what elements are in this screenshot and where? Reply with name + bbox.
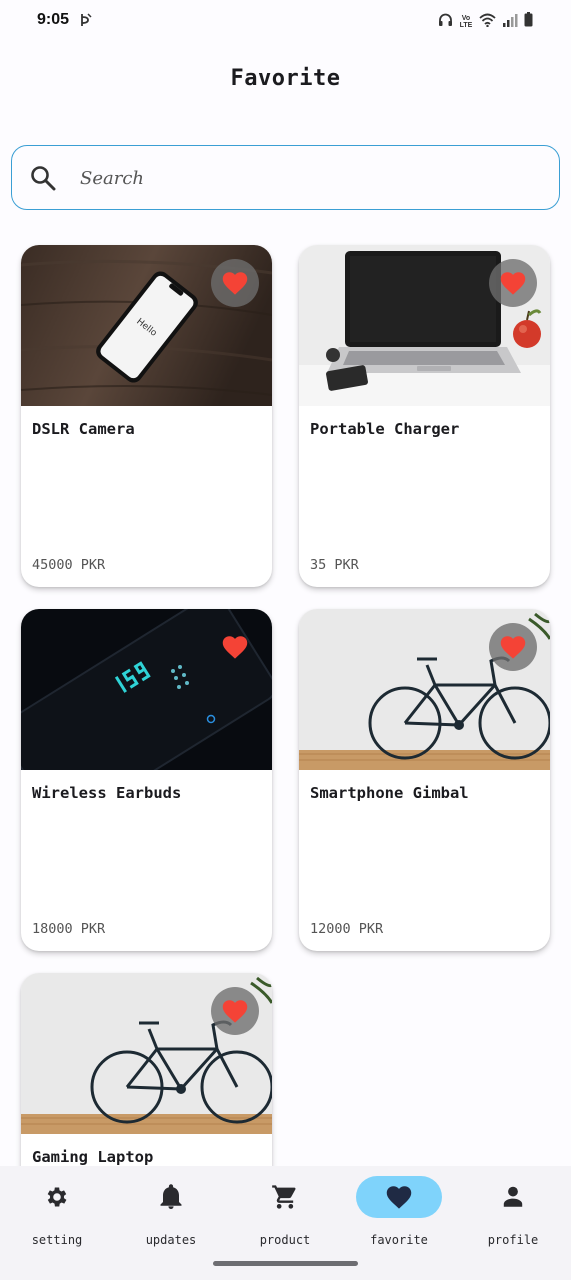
nav-pill[interactable] xyxy=(14,1176,100,1218)
product-card[interactable]: Portable Charger 35 PKR xyxy=(299,245,550,587)
product-card[interactable]: Wireless Earbuds 18000 PKR xyxy=(21,609,272,951)
product-name: Wireless Earbuds xyxy=(32,784,182,802)
heart-icon xyxy=(222,636,248,659)
gear-icon xyxy=(47,1187,67,1207)
nav-item-setting[interactable]: setting xyxy=(7,1176,107,1256)
signal-icon xyxy=(502,12,518,31)
product-card[interactable]: Smartphone Gimbal 12000 PKR xyxy=(299,609,550,951)
wifi-icon xyxy=(479,12,496,31)
status-icons: Vo LTE xyxy=(438,12,533,31)
product-name: Portable Charger xyxy=(310,420,460,438)
cart-icon xyxy=(272,1185,296,1209)
page-title: Favorite xyxy=(230,66,341,91)
search-input[interactable] xyxy=(80,160,520,196)
search-icon[interactable] xyxy=(30,165,56,195)
home-indicator[interactable] xyxy=(213,1261,358,1266)
heart-icon xyxy=(386,1186,412,1209)
product-price: 12000 PKR xyxy=(310,921,384,937)
product-name: Gaming Laptop xyxy=(32,1148,154,1166)
product-name: Smartphone Gimbal xyxy=(310,784,469,802)
network-type-label: Vo LTE xyxy=(459,14,473,29)
nav-pill[interactable] xyxy=(128,1176,214,1218)
nav-item-favorite[interactable]: favorite xyxy=(349,1176,449,1256)
headphones-icon xyxy=(438,12,453,31)
nav-item-updates[interactable]: updates xyxy=(121,1176,221,1256)
product-card[interactable]: Hello DSLR Camera 45000 PKR xyxy=(21,245,272,587)
search-bar[interactable] xyxy=(11,145,560,210)
person-icon xyxy=(503,1186,523,1207)
status-bar: 9:05 Vo LTE xyxy=(0,0,571,44)
product-image xyxy=(299,609,550,770)
bell-icon xyxy=(160,1184,182,1209)
nav-label: setting xyxy=(31,1233,83,1247)
product-image: Hello xyxy=(21,245,272,406)
product-price: 35 PKR xyxy=(310,557,359,573)
nav-item-profile[interactable]: profile xyxy=(463,1176,563,1256)
favorite-toggle[interactable] xyxy=(211,259,259,307)
favorite-toggle[interactable] xyxy=(211,623,259,671)
product-price: 18000 PKR xyxy=(32,921,106,937)
product-image xyxy=(21,609,272,770)
heart-icon xyxy=(222,1000,248,1023)
product-name: DSLR Camera xyxy=(32,420,135,438)
heart-icon xyxy=(500,272,526,295)
heart-icon xyxy=(222,272,248,295)
product-image xyxy=(21,973,272,1134)
nav-label: updates xyxy=(145,1233,197,1247)
nav-label: product xyxy=(259,1233,311,1247)
favorite-toggle[interactable] xyxy=(489,259,537,307)
nav-pill[interactable] xyxy=(242,1176,328,1218)
favorite-toggle[interactable] xyxy=(211,987,259,1035)
favorite-toggle[interactable] xyxy=(489,623,537,671)
status-time: 9:05 xyxy=(37,11,70,28)
product-price: 45000 PKR xyxy=(32,557,106,573)
heart-icon xyxy=(500,636,526,659)
nav-label: profile xyxy=(487,1233,539,1247)
nav-pill[interactable] xyxy=(470,1176,556,1218)
nav-pill-active[interactable] xyxy=(356,1176,442,1218)
nav-item-product[interactable]: product xyxy=(235,1176,335,1256)
product-image xyxy=(299,245,550,406)
nav-label: favorite xyxy=(370,1233,428,1247)
battery-icon xyxy=(524,12,533,31)
notification-icon xyxy=(80,12,92,31)
